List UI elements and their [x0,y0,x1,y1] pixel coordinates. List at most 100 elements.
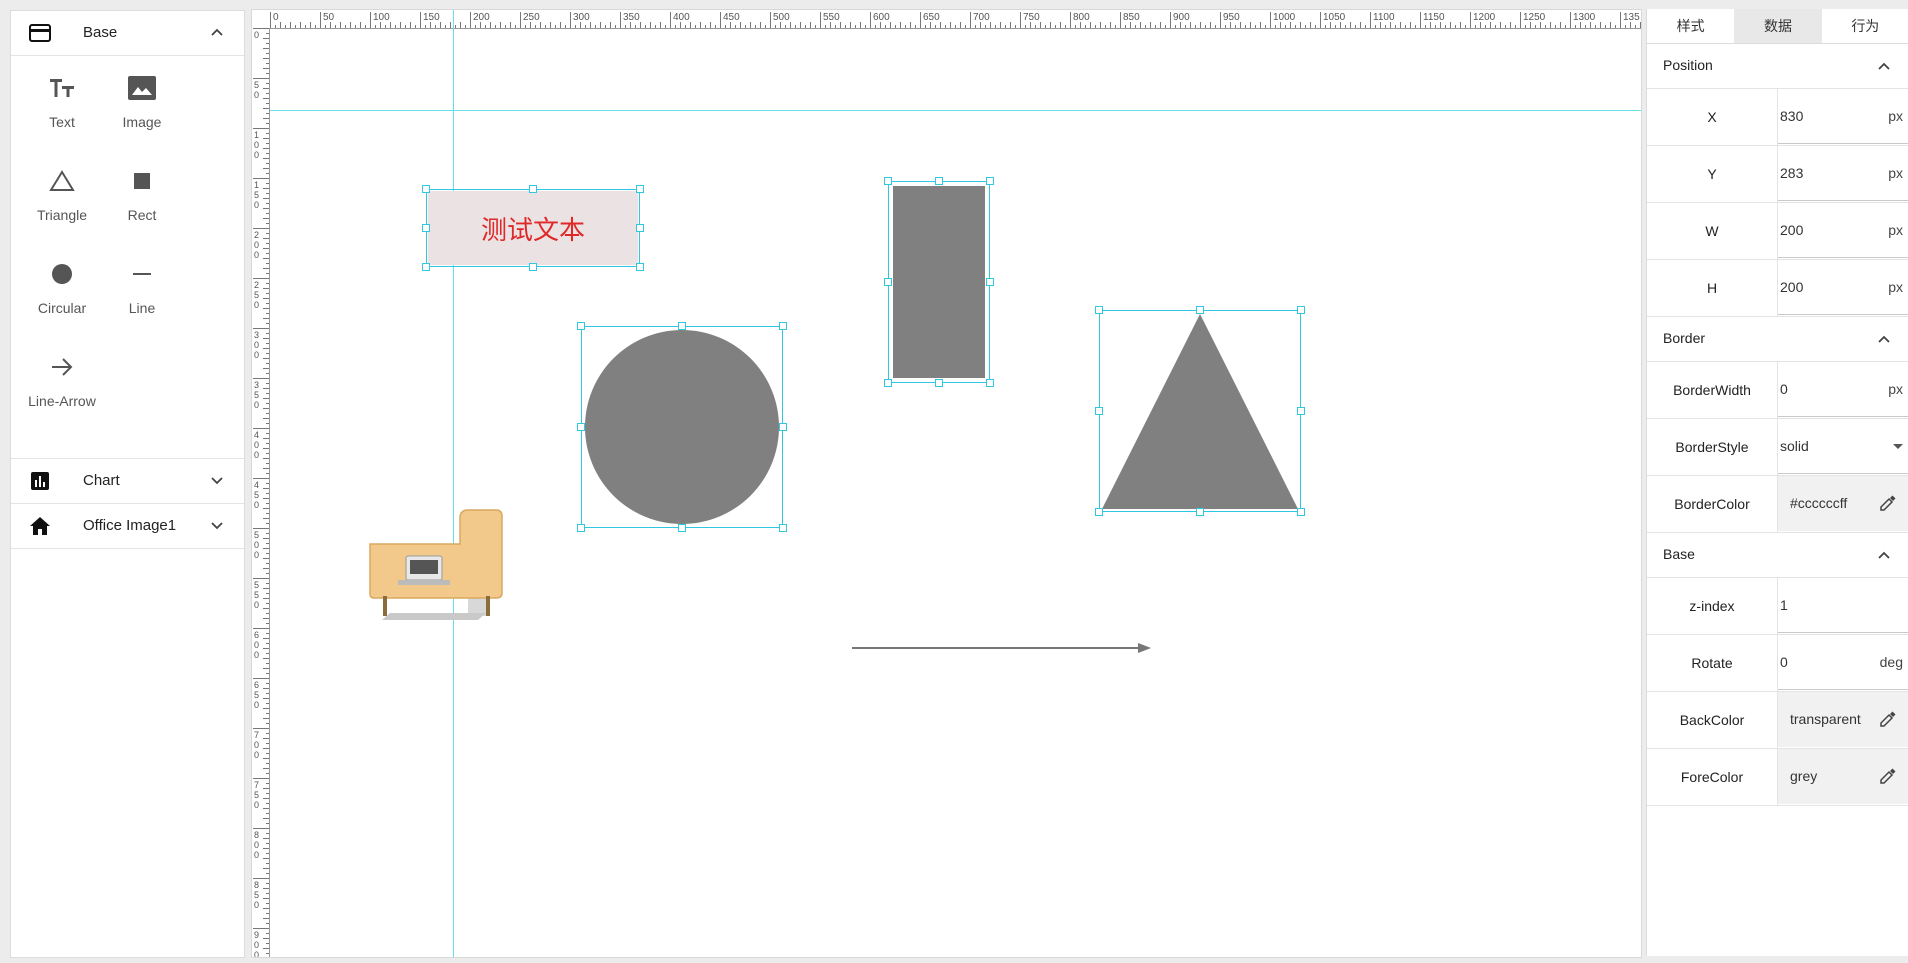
forecolor-field[interactable]: grey [1778,749,1908,804]
resize-handle[interactable] [884,379,892,387]
tool-triangle[interactable]: Triangle [26,165,98,226]
ruler-tick-label: 5 [254,530,259,540]
resize-handle[interactable] [935,379,943,387]
tool-line[interactable]: Line [106,258,178,319]
resize-handle[interactable] [577,322,585,330]
tool-rect[interactable]: Rect [106,165,178,226]
resize-handle[interactable] [779,423,787,431]
tab-behavior[interactable]: 行为 [1821,9,1908,43]
tool-circular[interactable]: Circular [26,258,98,319]
resize-handle[interactable] [986,379,994,387]
resize-handle[interactable] [636,263,644,271]
ruler-tick-label: 0 [254,640,259,650]
tool-line-label: Line [128,300,156,316]
tab-style[interactable]: 样式 [1647,9,1735,43]
border-group-header[interactable]: Border [1647,317,1908,362]
tool-image[interactable]: Image [106,72,178,133]
tool-line-arrow[interactable]: Line-Arrow [26,351,98,412]
resize-handle[interactable] [884,177,892,185]
tab-data[interactable]: 数据 [1734,9,1822,43]
horizontal-ruler[interactable]: 0 50 100 150 200 250 300 350 400 450 500 550 600 650 7… [270,10,1641,29]
ruler-tick-label: 0 [273,12,279,23]
resize-handle[interactable] [986,177,994,185]
section-office-header[interactable]: Office Image1 [11,504,244,549]
resize-handle[interactable] [636,224,644,232]
ruler-tick-label: 250 [523,12,540,23]
prop-row-border-color: BorderColor #ccccccff [1647,476,1908,533]
ruler-tick-label: 0 [254,140,259,150]
resize-handle[interactable] [1196,508,1204,516]
text-element[interactable]: 测试文本 [426,189,640,267]
border-color-field[interactable]: #ccccccff [1778,476,1908,531]
section-chart-header[interactable]: Chart [11,459,244,504]
prop-row-border-width: BorderWidth px [1647,362,1908,419]
circle-element[interactable] [581,326,783,528]
ruler-tick-label: 300 [573,12,590,23]
rect-element[interactable] [888,181,990,383]
eyedropper-icon[interactable] [1879,767,1897,785]
tool-text[interactable]: Text [26,72,98,133]
resize-handle[interactable] [884,278,892,286]
ruler-tick-label: 0 [254,200,259,210]
office-desk-image[interactable] [368,508,518,628]
eyedropper-icon[interactable] [1879,710,1897,728]
component-palette: Base Text Image Triangle Rect Circular L… [10,10,245,958]
vertical-ruler[interactable]: 0501001502002503003504004505005506006507… [252,28,270,957]
rect-icon [134,173,150,189]
resize-handle[interactable] [1095,407,1103,415]
resize-handle[interactable] [422,224,430,232]
resize-handle[interactable] [1297,306,1305,314]
ruler-tick-label: 135 [1623,12,1640,23]
tool-text-label: Text [49,114,75,130]
resize-handle[interactable] [779,322,787,330]
guide-line-vertical[interactable] [453,10,454,957]
ruler-tick-label: 50 [323,12,335,23]
line-arrow-element[interactable] [850,638,1160,658]
resize-handle[interactable] [636,185,644,193]
chevron-up-icon[interactable] [1877,332,1891,346]
resize-handle[interactable] [1297,508,1305,516]
eyedropper-icon[interactable] [1879,494,1897,512]
resize-handle[interactable] [1297,407,1305,415]
resize-handle[interactable] [422,263,430,271]
ruler-tick-label: 1150 [1423,12,1445,23]
ruler-tick-label: 5 [254,790,259,800]
resize-handle[interactable] [577,524,585,532]
resize-handle[interactable] [1196,306,1204,314]
ruler-tick-label: 400 [673,12,690,23]
border-style-select[interactable]: solid [1778,419,1908,474]
section-base-header[interactable]: Base [11,11,244,56]
ruler-tick-label: 7 [254,730,259,740]
chevron-down-icon[interactable] [210,518,224,532]
resize-handle[interactable] [935,177,943,185]
triangle-element[interactable] [1099,310,1301,512]
rotate-unit: deg [1879,654,1903,670]
resize-handle[interactable] [678,322,686,330]
image-icon [128,76,156,100]
resize-handle[interactable] [1095,508,1103,516]
design-canvas[interactable]: 0 50 100 150 200 250 300 350 400 450 500 550 600 650 7… [251,9,1642,958]
resize-handle[interactable] [529,263,537,271]
resize-handle[interactable] [779,524,787,532]
zindex-input[interactable] [1778,578,1908,633]
backcolor-field[interactable]: transparent [1778,692,1908,747]
resize-handle[interactable] [678,524,686,532]
chevron-up-icon[interactable] [1877,548,1891,562]
ruler-tick-label: 5 [254,80,259,90]
resize-handle[interactable] [577,423,585,431]
guide-line-horizontal[interactable] [270,110,1641,111]
resize-handle[interactable] [529,185,537,193]
ruler-tick-label: 600 [873,12,890,23]
ruler-tick-label: 5 [254,690,259,700]
ruler-tick-label: 100 [373,12,390,23]
resize-handle[interactable] [422,185,430,193]
resize-handle[interactable] [986,278,994,286]
chevron-up-icon[interactable] [1877,59,1891,73]
base-group-header[interactable]: Base [1647,533,1908,578]
position-group-header[interactable]: Position [1647,44,1908,89]
forecolor-value: grey [1790,768,1818,784]
resize-handle[interactable] [1095,306,1103,314]
chevron-down-icon[interactable] [210,473,224,487]
chevron-up-icon[interactable] [210,25,224,39]
bar-chart-icon [31,472,49,490]
